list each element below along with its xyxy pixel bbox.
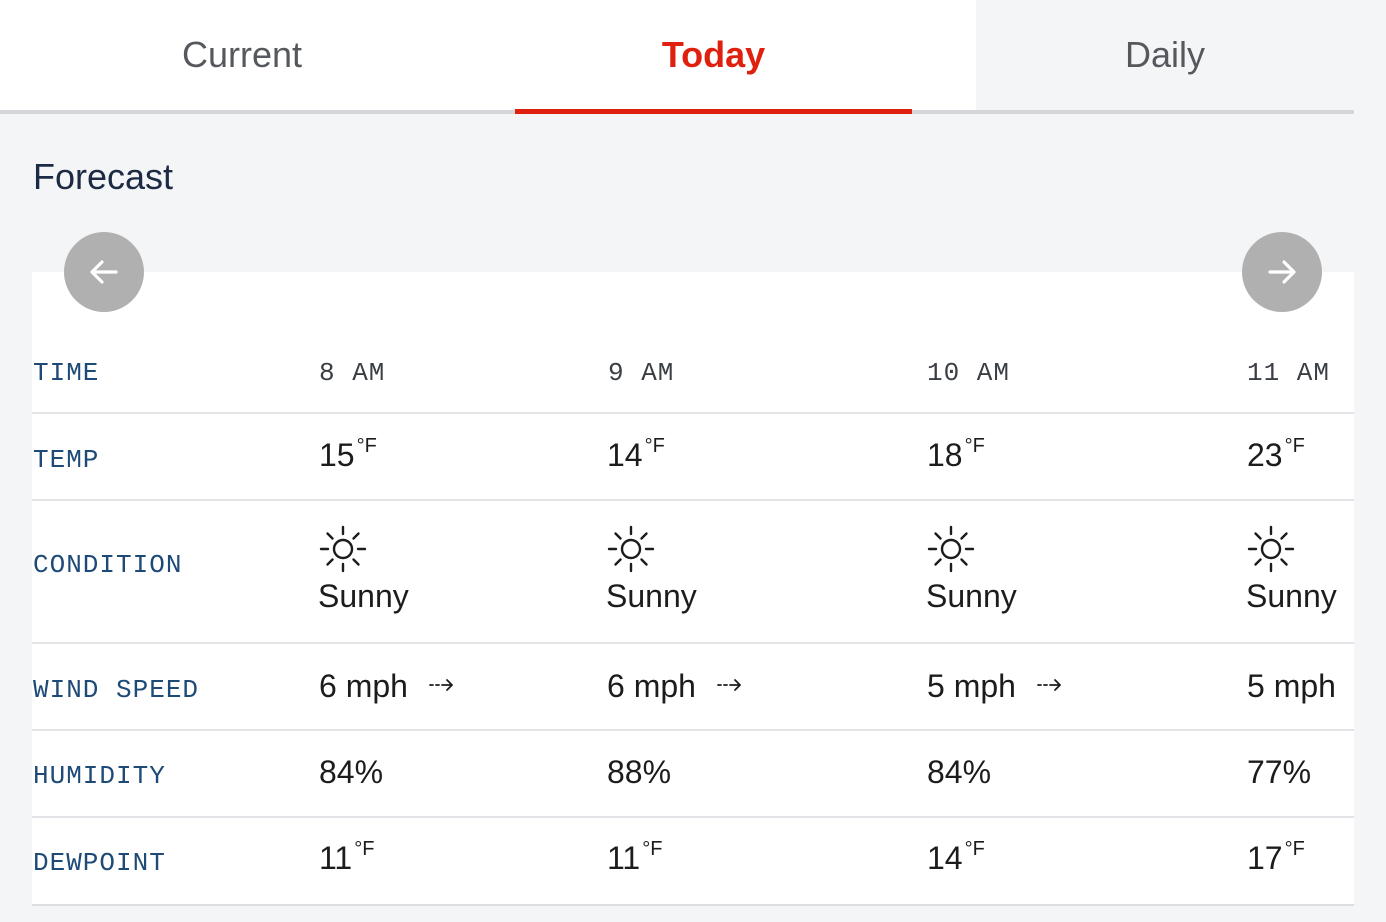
arrow-right-icon (1268, 260, 1296, 284)
humidity-label: HUMIDITY (33, 761, 166, 791)
condition-cell: Sunny (1246, 524, 1337, 615)
time-cell: 11 AM (1247, 358, 1331, 388)
wind-cell: 5 mph (927, 668, 1063, 705)
time-cell: 10 AM (927, 358, 1011, 388)
dewpoint-label: DEWPOINT (33, 848, 166, 878)
dewpoint-cell: 11 °F (319, 838, 375, 876)
tab-bar: Current Today Daily (0, 0, 1386, 114)
temp-cell: 15 °F (319, 435, 377, 473)
previous-button[interactable] (64, 232, 144, 312)
humidity-cell: 88% (607, 754, 672, 790)
dewpoint-cell: 17 °F (1247, 838, 1305, 876)
dewpoint-cell: 14 °F (927, 838, 985, 876)
time-row (32, 334, 1354, 414)
sun-icon (1247, 525, 1295, 573)
temp-cell: 23 °F (1247, 435, 1305, 473)
condition-text: Sunny (318, 578, 409, 614)
time-cell: 8 AM (319, 358, 386, 388)
condition-cell: Sunny (926, 524, 1017, 615)
temp-row (32, 414, 1354, 501)
condition-text: Sunny (926, 578, 1017, 614)
humidity-cell: 84% (927, 754, 992, 790)
next-button[interactable] (1242, 232, 1322, 312)
temp-cell: 14 °F (607, 435, 665, 473)
wind-cell: 6 mph (319, 668, 455, 705)
dewpoint-row (32, 818, 1354, 904)
condition-text: Sunny (606, 578, 697, 614)
dewpoint-cell: 11 °F (607, 838, 663, 876)
active-tab-indicator (515, 109, 912, 114)
humidity-cell: 77% (1247, 754, 1312, 790)
condition-text: Sunny (1246, 578, 1337, 614)
temp-label: TEMP (33, 445, 100, 475)
sun-icon (607, 525, 655, 573)
condition-label: CONDITION (33, 550, 183, 580)
humidity-cell: 84% (319, 754, 384, 790)
page-title: Forecast (33, 156, 174, 197)
wind-direction-icon (428, 678, 453, 691)
tab-current[interactable]: Current (0, 0, 484, 110)
wind-label: WIND SPEED (33, 675, 200, 705)
humidity-row (32, 731, 1354, 818)
wind-cell: 5 mph (1247, 668, 1336, 704)
tab-daily[interactable]: Daily (976, 0, 1354, 110)
temp-cell: 18 °F (927, 435, 985, 473)
condition-cell: Sunny (318, 524, 409, 615)
wind-direction-icon (1036, 678, 1061, 691)
time-label: TIME (33, 358, 100, 388)
tab-today[interactable]: Today (515, 0, 912, 110)
sun-icon (319, 525, 367, 573)
time-cell: 9 AM (608, 358, 675, 388)
sun-icon (927, 525, 975, 573)
arrow-left-icon (90, 260, 118, 284)
condition-cell: Sunny (606, 524, 697, 615)
wind-direction-icon (716, 678, 741, 691)
weather-page: Current Today Daily Forecast TIME 8 AM 9… (0, 0, 1386, 922)
wind-cell: 6 mph (607, 668, 743, 705)
